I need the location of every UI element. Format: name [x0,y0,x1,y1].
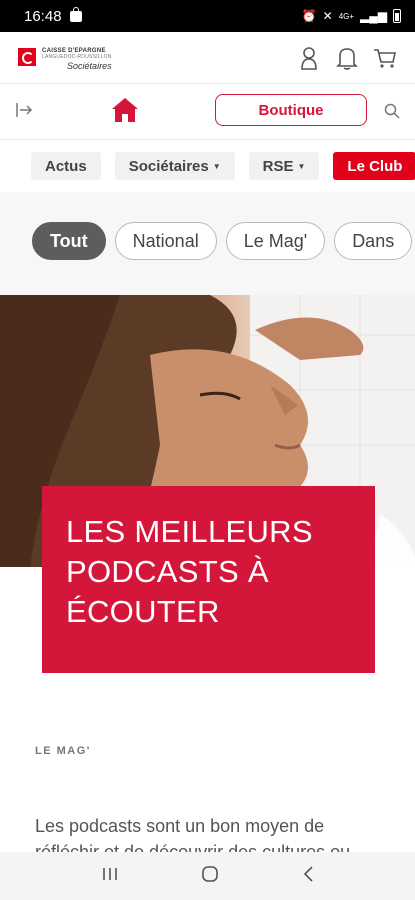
search-icon[interactable] [384,103,400,124]
secondary-nav: Boutique [0,84,415,140]
menu-bar: Actus Sociétaires ▼ RSE ▼ Le Club [0,140,415,192]
menu-item-rse[interactable]: RSE ▼ [248,152,320,180]
filter-chip-national[interactable]: National [114,222,217,260]
logo-region-text: LANGUEDOC-ROUSSILLON [42,54,112,60]
article-title: LES MEILLEURS PODCASTS À ÉCOUTER [66,514,313,629]
logo-tagline-text: Sociétaires [67,61,112,71]
alarm-icon: ⏰ [301,9,317,23]
caret-down-icon: ▼ [297,161,306,171]
logout-icon[interactable] [16,102,34,123]
bell-icon[interactable] [335,46,359,70]
status-bar: 16:48 ⏰ ✕ 4G+ ▂▄▆ [0,0,415,32]
menu-item-le-club[interactable]: Le Club [333,152,415,180]
app-header: CAISSE D'EPARGNE LANGUEDOC-ROUSSILLON So… [0,32,415,84]
cart-icon[interactable] [373,46,397,70]
article-title-card[interactable]: LES MEILLEURS PODCASTS À ÉCOUTER [42,486,375,673]
filter-chip-dans[interactable]: Dans [334,222,413,260]
user-icon[interactable] [297,46,321,70]
filter-chip-tout[interactable]: Tout [32,222,106,260]
filter-chip-le-mag[interactable]: Le Mag' [225,222,326,260]
boutique-button[interactable]: Boutique [215,94,367,126]
home-icon[interactable] [111,97,139,128]
article-category: LE MAG' [35,745,91,757]
squirrel-logo-icon [18,48,36,66]
filter-bar: Tout National Le Mag' Dans [0,192,415,295]
system-nav-bar [0,852,415,900]
back-icon[interactable] [302,865,314,887]
battery-icon [393,9,401,23]
menu-item-societaires[interactable]: Sociétaires ▼ [114,152,235,180]
signal-icon: ▂▄▆ [360,9,387,23]
home-button-icon[interactable] [201,865,219,888]
network-type: 4G+ [338,11,355,21]
status-time: 16:48 [24,7,62,25]
menu-item-actus[interactable]: Actus [31,152,101,180]
recent-apps-icon[interactable] [102,866,118,887]
mute-icon: ✕ [322,9,333,23]
shopping-bag-notification-icon [69,6,82,22]
logo[interactable]: CAISSE D'EPARGNE LANGUEDOC-ROUSSILLON So… [18,44,112,71]
caret-down-icon: ▼ [212,161,221,171]
